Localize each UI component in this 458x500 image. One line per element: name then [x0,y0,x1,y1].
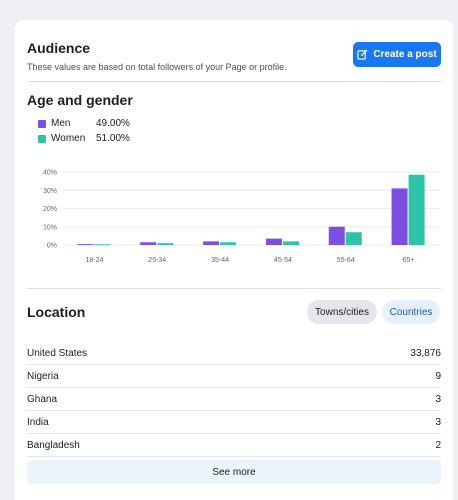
bar-men [328,226,345,245]
age-gender-title: Age and gender [27,92,133,108]
x-tick-label: 55-64 [337,257,355,264]
list-item: Bangladesh 2 [27,434,441,457]
bar-men [77,244,94,246]
x-tick-label: 65+ [403,257,415,264]
see-more-button[interactable]: See more [27,460,441,484]
legend-label: Women [51,133,86,144]
location-list: United States 33,876 Nigeria 9 Ghana 3 I… [27,342,441,457]
y-tick-label: 30% [43,188,57,195]
location-count: 2 [435,439,441,451]
location-name: Bangladesh [27,439,80,451]
legend-value: 49.00% [96,118,130,129]
list-item: Ghana 3 [27,388,441,411]
location-count: 3 [435,416,441,428]
x-tick-label: 45-54 [274,257,292,264]
tab-countries[interactable]: Countries [382,300,440,324]
men-swatch [38,119,46,128]
location-name: Nigeria [27,370,59,382]
x-tick-label: 18-24 [85,257,103,264]
list-item: India 3 [27,411,441,434]
list-item: Nigeria 9 [27,365,441,388]
section-divider [27,288,441,289]
age-gender-bar-chart: 0% 10% 20% 30% 40% 18-24 25-34 35-44 45-54 55-64 6… [43,170,440,264]
bar-men [203,241,220,245]
chart-legend: Men 49.00% Women 51.00% [38,116,130,146]
bar-women [282,241,299,245]
audience-card: Audience These values are based on total… [15,20,453,500]
y-tick-label: 0% [47,243,57,250]
create-post-button[interactable]: Create a post [353,42,441,67]
bar-women [345,232,362,245]
bar-women [220,242,237,245]
bar-women [408,174,425,245]
location-count: 3 [435,393,441,405]
y-tick-label: 20% [43,206,57,213]
bar-men [391,188,408,245]
audience-header: Audience These values are based on total… [27,40,441,72]
bar-men [140,242,157,245]
x-tick-label: 25-34 [148,257,166,264]
y-tick-label: 10% [43,224,57,231]
x-tick-label: 35-44 [211,257,229,264]
location-count: 33,876 [410,347,441,359]
edit-icon [357,49,368,60]
location-title: Location [27,304,86,320]
legend-label: Men [51,118,71,129]
bar-women [94,244,111,246]
create-post-label: Create a post [373,49,437,60]
location-name: United States [27,347,88,359]
bar-women [157,243,174,245]
location-count: 9 [435,370,441,382]
women-swatch [38,134,46,143]
y-tick-label: 40% [43,170,57,177]
tab-towns-cities[interactable]: Towns/cities [307,300,377,324]
section-divider [27,81,441,82]
location-name: India [27,416,49,428]
legend-item-women: Women 51.00% [38,131,130,146]
list-item: United States 33,876 [27,342,441,365]
location-name: Ghana [27,393,58,405]
legend-item-men: Men 49.00% [38,116,130,131]
legend-value: 51.00% [96,133,130,144]
bar-men [265,238,282,245]
